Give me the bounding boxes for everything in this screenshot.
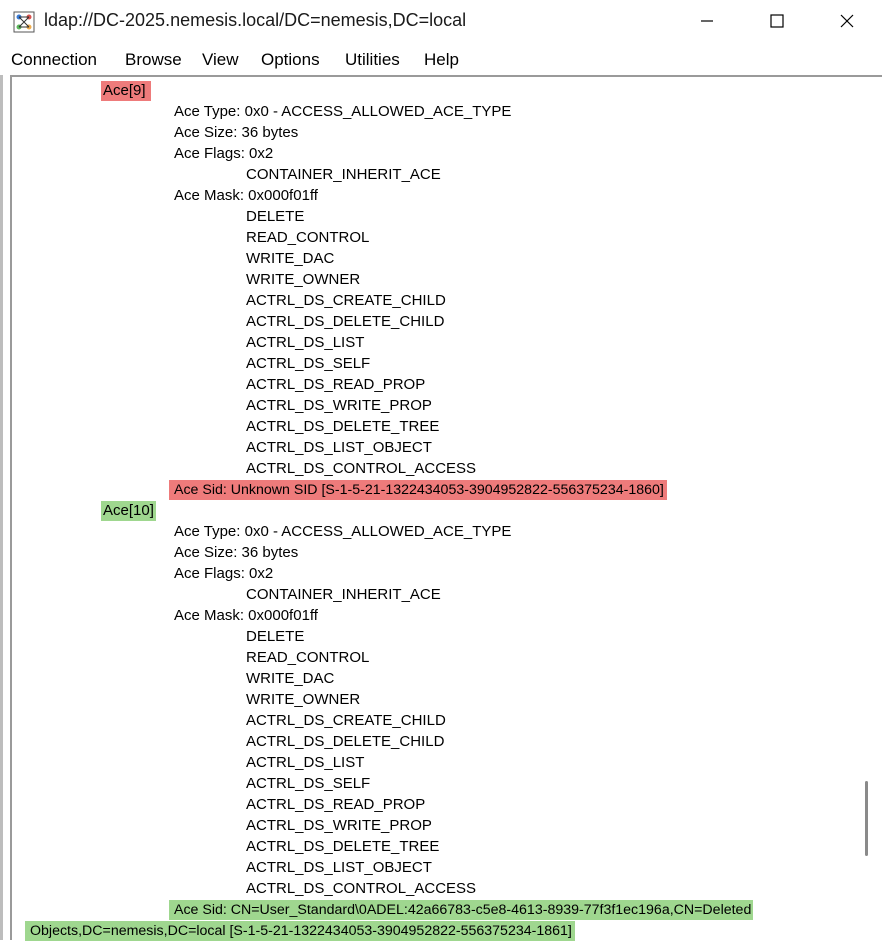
- ace-9-mask-value: ACTRL_DS_READ_PROP: [246, 376, 426, 393]
- ace-9-mask-value: ACTRL_DS_DELETE_TREE: [246, 418, 440, 435]
- menu-utilities[interactable]: Utilities: [345, 50, 400, 70]
- ace-9-flag-value: CONTAINER_INHERIT_ACE: [246, 166, 441, 183]
- ace-9-mask-value: ACTRL_DS_WRITE_PROP: [246, 397, 432, 414]
- ace-9-type: Ace Type: 0x0 - ACCESS_ALLOWED_ACE_TYPE: [174, 103, 512, 120]
- menu-view[interactable]: View: [202, 50, 239, 70]
- ace-9-mask-value: ACTRL_DS_DELETE_CHILD: [246, 313, 445, 330]
- title-bar: ldap://DC-2025.nemesis.local/DC=nemesis,…: [0, 0, 882, 42]
- ace-10-sid-resolved: Ace Sid: CN=User_Standard\0ADEL:42a66783…: [169, 900, 754, 920]
- ace-10-sid-continuation: Objects,DC=nemesis,DC=local [S-1-5-21-13…: [25, 921, 575, 941]
- ace-9-header: Ace[9]: [101, 81, 151, 101]
- ace-10-mask-value: ACTRL_DS_DELETE_TREE: [246, 838, 440, 855]
- maximize-button[interactable]: [742, 0, 812, 42]
- ace-10-mask-value: ACTRL_DS_SELF: [246, 775, 371, 792]
- ace-9-mask-value: ACTRL_DS_LIST_OBJECT: [246, 439, 432, 456]
- ace-10-mask: Ace Mask: 0x000f01ff: [174, 607, 318, 624]
- ace-9-mask-value: READ_CONTROL: [246, 229, 370, 246]
- menu-browse[interactable]: Browse: [125, 50, 182, 70]
- ace-9-mask-value: ACTRL_DS_CREATE_CHILD: [246, 292, 446, 309]
- close-button[interactable]: [812, 0, 882, 42]
- scrollbar-thumb[interactable]: [865, 781, 868, 856]
- menu-help[interactable]: Help: [424, 50, 459, 70]
- ace-10-mask-value: DELETE: [246, 628, 305, 645]
- window-title: ldap://DC-2025.nemesis.local/DC=nemesis,…: [44, 10, 467, 30]
- ace-10-type: Ace Type: 0x0 - ACCESS_ALLOWED_ACE_TYPE: [174, 523, 512, 540]
- maximize-icon: [770, 14, 784, 28]
- ace-9-mask-value: WRITE_OWNER: [246, 271, 361, 288]
- menu-options[interactable]: Options: [261, 50, 320, 70]
- ace-10-header: Ace[10]: [101, 501, 156, 521]
- ace-10-flags: Ace Flags: 0x2: [174, 565, 274, 582]
- ace-9-mask-value: DELETE: [246, 208, 305, 225]
- ace-9-mask: Ace Mask: 0x000f01ff: [174, 187, 318, 204]
- menu-bar: Connection Browse View Options Utilities…: [0, 46, 882, 74]
- ace-10-mask-value: WRITE_DAC: [246, 670, 335, 687]
- ace-10-mask-value: ACTRL_DS_DELETE_CHILD: [246, 733, 445, 750]
- minimize-icon: [701, 20, 713, 22]
- ace-9-mask-value: ACTRL_DS_LIST: [246, 334, 365, 351]
- minimize-button[interactable]: [672, 0, 742, 42]
- ldp-app-icon: [13, 11, 35, 33]
- ace-10-mask-value: ACTRL_DS_WRITE_PROP: [246, 817, 432, 834]
- ace-9-mask-value: ACTRL_DS_CONTROL_ACCESS: [246, 460, 477, 477]
- ace-10-mask-value: ACTRL_DS_READ_PROP: [246, 796, 426, 813]
- ace-10-mask-value: ACTRL_DS_LIST: [246, 754, 365, 771]
- ace-10-flag-value: CONTAINER_INHERIT_ACE: [246, 586, 441, 603]
- menu-connection[interactable]: Connection: [11, 50, 97, 70]
- ace-10-mask-value: WRITE_OWNER: [246, 691, 361, 708]
- vertical-scrollbar[interactable]: [852, 78, 882, 940]
- ace-9-mask-value: WRITE_DAC: [246, 250, 335, 267]
- ace-10-mask-value: READ_CONTROL: [246, 649, 370, 666]
- ace-10-size: Ace Size: 36 bytes: [174, 544, 299, 561]
- ace-9-flags: Ace Flags: 0x2: [174, 145, 274, 162]
- close-icon: [840, 14, 854, 28]
- ace-9-size: Ace Size: 36 bytes: [174, 124, 299, 141]
- ace-9-sid-unknown: Ace Sid: Unknown SID [S-1-5-21-132243405…: [169, 480, 667, 500]
- ace-10-mask-value: ACTRL_DS_CONTROL_ACCESS: [246, 880, 477, 897]
- ace-10-mask-value: ACTRL_DS_CREATE_CHILD: [246, 712, 446, 729]
- window-left-border: [0, 75, 3, 940]
- ace-9-mask-value: ACTRL_DS_SELF: [246, 355, 371, 372]
- ace-10-mask-value: ACTRL_DS_LIST_OBJECT: [246, 859, 432, 876]
